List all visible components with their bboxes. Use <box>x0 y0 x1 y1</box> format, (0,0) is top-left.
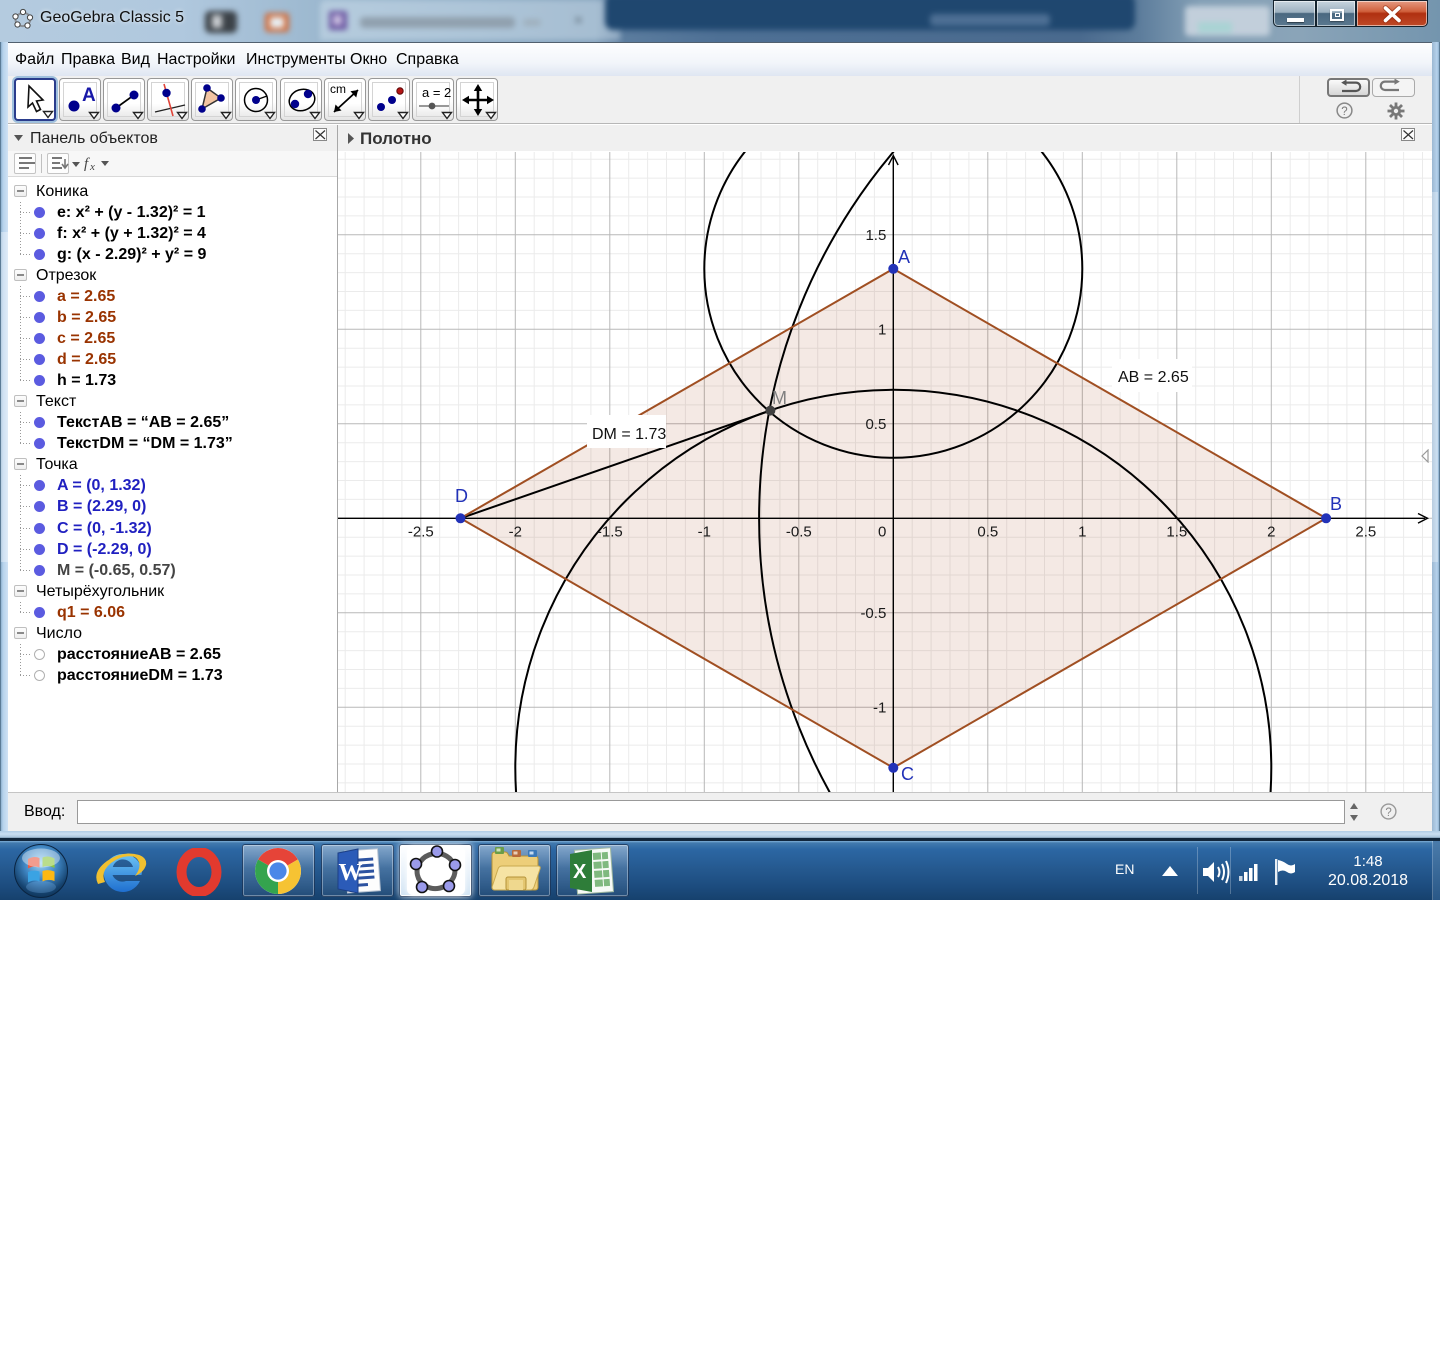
svg-text:M: M <box>772 388 787 408</box>
svg-text:-0.5: -0.5 <box>786 523 812 540</box>
svg-text:-1.5: -1.5 <box>597 523 623 540</box>
svg-text:B: B <box>1330 494 1342 514</box>
svg-text:1: 1 <box>878 321 886 338</box>
svg-text:D: D <box>455 486 468 506</box>
svg-text:A: A <box>898 247 910 267</box>
svg-text:1.5: 1.5 <box>865 227 886 244</box>
svg-text:-2.5: -2.5 <box>408 523 434 540</box>
svg-text:AB = 2.65: AB = 2.65 <box>1118 369 1189 386</box>
svg-text:?: ? <box>1385 807 1391 819</box>
svg-text:C: C <box>901 764 914 784</box>
svg-text:0.5: 0.5 <box>865 416 886 433</box>
svg-text:X: X <box>573 861 587 883</box>
svg-text:?: ? <box>1341 106 1347 118</box>
svg-text:-0.5: -0.5 <box>860 605 886 622</box>
svg-text:cm: cm <box>330 82 346 96</box>
svg-text:2.5: 2.5 <box>1355 523 1376 540</box>
svg-text:1: 1 <box>1078 523 1086 540</box>
svg-text:x: x <box>89 161 95 172</box>
svg-text:DM = 1.73: DM = 1.73 <box>592 426 666 443</box>
svg-text:1.5: 1.5 <box>1166 523 1187 540</box>
svg-text:-1: -1 <box>698 523 711 540</box>
svg-text:-2: -2 <box>509 523 522 540</box>
svg-text:W: W <box>339 860 363 886</box>
svg-text:2: 2 <box>1267 523 1275 540</box>
svg-text:0.5: 0.5 <box>977 523 998 540</box>
svg-text:0: 0 <box>878 523 886 540</box>
svg-text:a = 2: a = 2 <box>422 85 451 100</box>
svg-text:-1: -1 <box>873 699 886 716</box>
svg-text:A: A <box>82 85 96 106</box>
